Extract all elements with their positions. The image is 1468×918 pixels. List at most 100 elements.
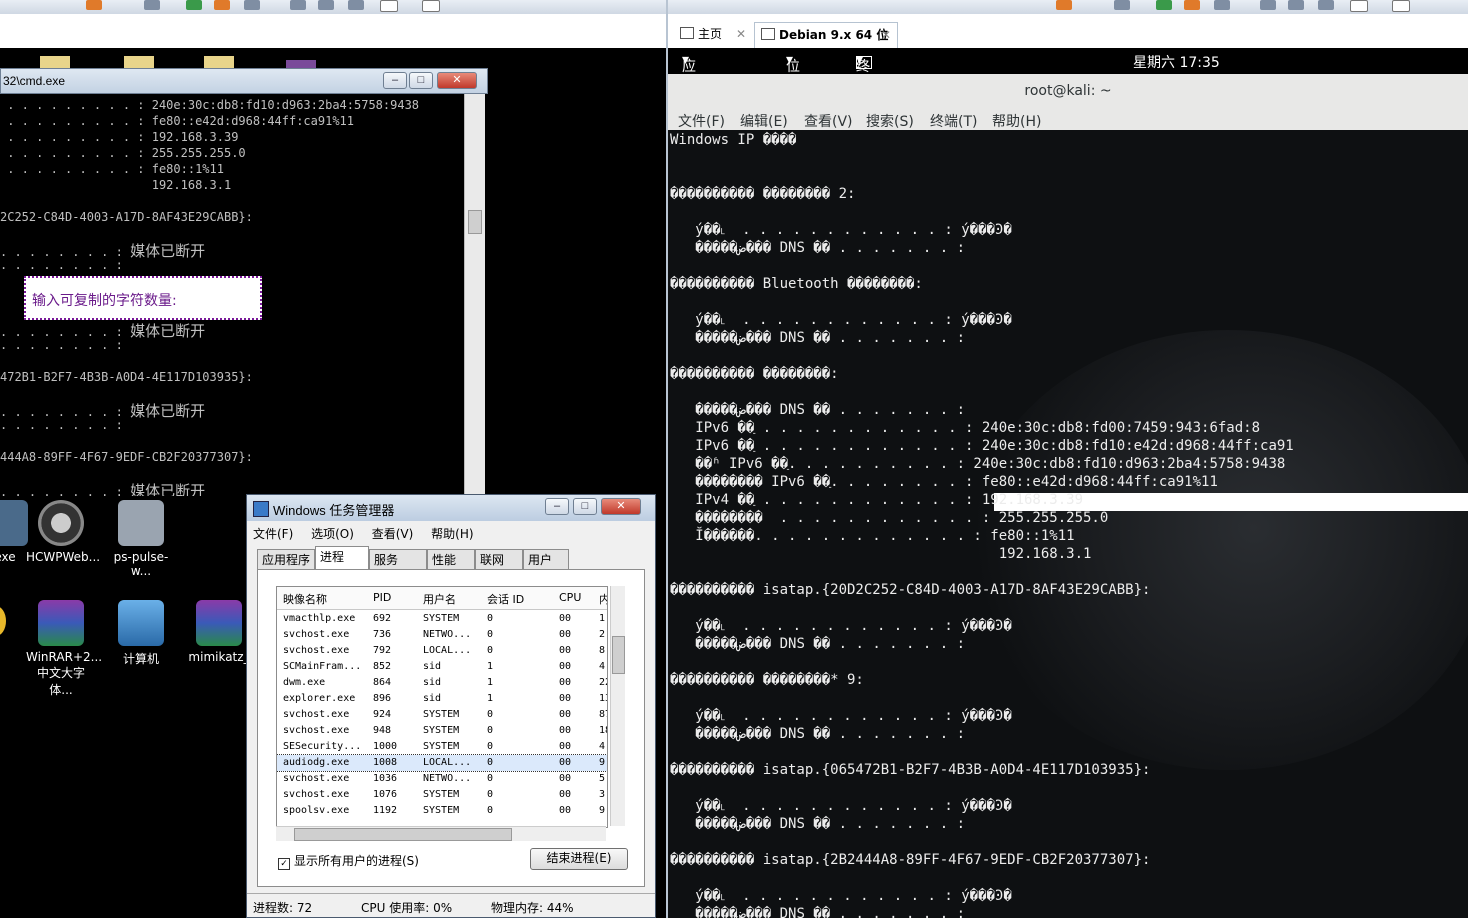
term-menu-help[interactable]: 帮助(H) (992, 111, 1041, 131)
end-process-button[interactable]: 结束进程(E) (530, 848, 628, 870)
term-menu-file[interactable]: 文件(F) (678, 111, 725, 131)
desktop-icon[interactable]: WinRAR+2... 中文大字体... (26, 600, 96, 698)
toolbar-unity-icon[interactable] (348, 0, 364, 10)
tab-processes[interactable]: 进程 (315, 546, 369, 570)
menu-help[interactable]: 帮助(H) (431, 527, 473, 541)
table-row[interactable]: explorer.exe 896 sid 1 00 13 (277, 691, 608, 707)
tab-home[interactable]: 主页 ✕ (674, 22, 752, 48)
table-cell: 4 (599, 741, 605, 752)
tab-users[interactable]: 用户 (523, 549, 569, 569)
toolbar-pause-icon[interactable] (86, 0, 102, 10)
minimize-button[interactable]: – (383, 72, 407, 89)
table-row[interactable]: svchost.exe924SYSTEM00087 (277, 707, 608, 723)
tab-networking[interactable]: 联网 (475, 549, 523, 569)
webcam-icon (38, 500, 84, 546)
col-pid[interactable]: PID (373, 591, 391, 604)
menu-view[interactable]: 查看(V) (372, 527, 414, 541)
toolbar-snapshot-icon[interactable] (186, 0, 202, 10)
places-menu[interactable]: 位置 ▾ (786, 52, 793, 68)
toolbar-send-keys-icon[interactable] (144, 0, 160, 10)
process-table-vscroll[interactable] (610, 586, 625, 826)
desktop-icon-label: HCWPWeb... (26, 550, 100, 564)
table-row[interactable]: dwm.exe 864 sid 1 00 22 (277, 675, 608, 691)
tab-debian-vm[interactable]: Debian 9.x 64 位 ✕ (754, 22, 898, 48)
col-session-id[interactable]: 会话 ID (487, 591, 524, 607)
table-row[interactable]: svchost.exe 1076 SYSTEM 0 00 3 (277, 787, 608, 803)
toolbar-revert-icon[interactable] (214, 0, 230, 10)
table-row[interactable]: spoolsv.exe 1192 SYSTEM 0 00 9 (277, 803, 608, 819)
toolbar-manage-icon[interactable] (244, 0, 260, 10)
cmd-scroll-thumb[interactable] (468, 210, 482, 234)
desktop-icon[interactable]: 计算机 (106, 600, 176, 667)
toolbar-fullscreen-icon[interactable] (318, 0, 334, 10)
gnome-topbar: 应用程序 ▾ 位置 ▾ >_ 终端 ▾ 星期六 17:35 (668, 48, 1468, 74)
table-cell: 924 (373, 709, 391, 720)
col-cpu[interactable]: CPU (559, 591, 581, 604)
desktop-icon[interactable]: ps-pulse-w... (106, 500, 176, 578)
terminal-app-menu[interactable]: >_ 终端 ▾ (856, 52, 863, 68)
toolbar-manage-icon-2[interactable] (1214, 0, 1230, 10)
col-memory[interactable]: 内 (599, 591, 608, 607)
term-menu-edit[interactable]: 编辑(E) (740, 111, 788, 131)
tab-services[interactable]: 服务 (369, 549, 427, 569)
close-tab-icon[interactable]: ✕ (736, 22, 746, 46)
hscroll-thumb[interactable] (294, 828, 512, 841)
toolbar-stretch-icon-2[interactable] (1392, 0, 1410, 12)
col-username[interactable]: 用户名 (423, 591, 456, 607)
toolbar-console-icon-2[interactable] (1350, 0, 1368, 12)
table-row[interactable]: svchost.exe 736 NETWO... 0 00 2 (277, 627, 608, 643)
terminal-titlebar[interactable]: root@kali: ~ (668, 74, 1468, 109)
term-menu-view[interactable]: 查看(V) (804, 111, 853, 131)
close-button[interactable]: ✕ (437, 72, 477, 89)
toolbar-unity-icon-2[interactable] (1318, 0, 1334, 10)
tab-applications[interactable]: 应用程序 (257, 549, 315, 569)
desktop-icon[interactable]: HCWPWeb... (26, 500, 96, 564)
tab-vm-label: Debian 9.x 64 位 (779, 28, 888, 42)
close-tab-icon[interactable]: ✕ (881, 23, 891, 47)
cmd-scrollbar[interactable] (464, 94, 485, 496)
table-cell: 00 (559, 725, 571, 736)
table-cell: SYSTEM (423, 805, 459, 816)
maximize-button[interactable]: □ (573, 498, 597, 515)
table-cell: SYSTEM (423, 725, 459, 736)
copy-count-popup[interactable]: 输入可复制的字符数量: (24, 276, 262, 320)
toolbar-send-keys-icon-2[interactable] (1114, 0, 1130, 10)
show-all-processes-checkbox[interactable]: ✓ 显示所有用户的进程(S) (278, 852, 419, 870)
col-image-name[interactable]: 映像名称 (283, 591, 327, 607)
toolbar-console-icon[interactable] (380, 0, 398, 12)
tab-performance[interactable]: 性能 (427, 549, 475, 569)
term-menu-terminal[interactable]: 终端(T) (930, 111, 977, 131)
term-menu-search[interactable]: 搜索(S) (866, 111, 914, 131)
menu-file[interactable]: 文件(F) (253, 527, 293, 541)
table-row[interactable]: svchost.exe 1036 NETWO... 0 00 5 (277, 771, 608, 787)
media-disconnected: 媒体已断开 (130, 322, 205, 340)
toolbar-fullscreen-icon-2[interactable] (1288, 0, 1304, 10)
table-row[interactable]: SCMainFram... 852 sid 1 00 4 (277, 659, 608, 675)
menu-options[interactable]: 选项(O) (311, 527, 354, 541)
toolbar-revert-icon-2[interactable] (1184, 0, 1200, 10)
maximize-button[interactable]: □ (409, 72, 433, 89)
vscroll-thumb[interactable] (612, 636, 625, 674)
toolbar-stretch-icon[interactable] (422, 0, 440, 12)
close-button[interactable]: ✕ (601, 498, 641, 515)
task-manager-titlebar[interactable]: Windows 任务管理器 – □ ✕ (247, 495, 655, 521)
toolbar-view-icon-2[interactable] (1260, 0, 1276, 10)
minimize-button[interactable]: – (545, 498, 569, 515)
process-table[interactable]: 映像名称 PID 用户名 会话 ID CPU 内 vmacthlp.exe 692… (276, 586, 608, 828)
table-row[interactable]: SESecurity... 1000 SYSTEM 0 00 4 (277, 739, 608, 755)
terminal-output[interactable]: Windows IP ���� ���������� �������� 2: ý�… (668, 130, 1468, 918)
toolbar-pause-icon-2[interactable] (1056, 0, 1072, 10)
process-table-hscroll[interactable] (276, 826, 606, 841)
table-cell: 1 (487, 693, 493, 704)
table-row[interactable]: svchost.exe948SYSTEM00018 (277, 723, 608, 739)
clock[interactable]: 星期六 17:35 (1133, 52, 1220, 72)
applications-menu[interactable]: 应用程序 ▾ (682, 52, 689, 68)
cmd-titlebar[interactable]: 32\cmd.exe – □ ✕ (0, 68, 488, 94)
desktop-icon[interactable]: mimikatz_ (184, 600, 254, 664)
toolbar-snapshot-icon-2[interactable] (1156, 0, 1172, 10)
table-row[interactable]: audiodg.exe 1008 LOCAL... 0 00 9 (277, 755, 608, 771)
table-row[interactable]: svchost.exe 792 LOCAL... 0 00 8 (277, 643, 608, 659)
status-memory: 物理内存: 44% (491, 899, 574, 916)
toolbar-view-icon[interactable] (290, 0, 306, 10)
table-row[interactable]: vmacthlp.exe 692 SYSTEM 0 00 1 (277, 611, 608, 627)
